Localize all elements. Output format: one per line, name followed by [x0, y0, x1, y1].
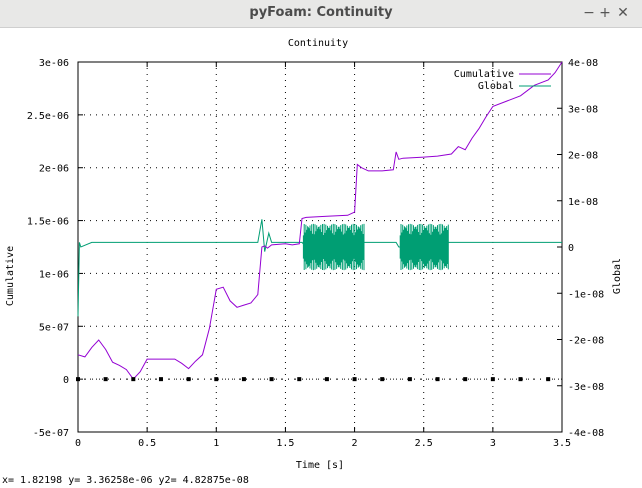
y2-axis-label: Global	[612, 258, 623, 294]
y-tick-label: 2e-06	[39, 164, 69, 175]
x-axis-label: Time [s]	[296, 460, 344, 471]
x-tick-label: 0	[75, 438, 81, 449]
zero-line-point	[158, 377, 163, 382]
y2-tick-label: 2e-08	[568, 151, 598, 162]
y2-tick-label: 1e-08	[568, 197, 598, 208]
chart-title: Continuity	[288, 38, 348, 49]
zero-line-point	[546, 377, 551, 382]
series-noise-band-global	[399, 223, 449, 271]
status-readout: x= 1.82198 y= 3.36258e-06 y2= 4.82875e-0…	[2, 475, 249, 486]
legend: Cumulative Global	[454, 69, 551, 92]
close-button[interactable]: ✕	[614, 4, 632, 22]
x-tick-labels: 0 0.5 1 1.5 2 2.5 3 3.5	[75, 438, 571, 449]
x-tick-label: 1	[213, 438, 219, 449]
x-tick-label: 0.5	[138, 438, 156, 449]
zero-line-point	[103, 377, 108, 382]
zero-line-point	[407, 377, 412, 382]
y-tick-label: 2.5e-06	[27, 111, 69, 122]
y-tick-label: 3e-06	[39, 58, 69, 69]
y-tick-label: 5e-07	[39, 322, 69, 333]
zero-line-point	[297, 377, 302, 382]
y2-tick-label: -3e-08	[568, 382, 604, 393]
zero-line-point	[463, 377, 468, 382]
x-tick-label: 3	[490, 438, 496, 449]
zero-line-point	[490, 377, 495, 382]
zero-line-point	[352, 377, 357, 382]
y-tick-label: 1.5e-06	[27, 217, 69, 228]
zero-line-point	[269, 377, 274, 382]
y2-tick-label: 3e-08	[568, 104, 598, 115]
maximize-button[interactable]: +	[596, 4, 614, 22]
x-tick-label: 3.5	[553, 438, 571, 449]
y-tick-labels: -5e-07 0 5e-07 1e-06 1.5e-06 2e-06 2.5e-06 3e-0…	[27, 58, 69, 439]
x-tick-label: 1.5	[276, 438, 294, 449]
x-tick-label: 2	[352, 438, 358, 449]
title-bar[interactable]: pyFoam: Continuity − + ✕	[0, 0, 642, 28]
y-tick-label: 1e-06	[39, 269, 69, 280]
y2-tick-label: 0	[568, 243, 574, 254]
window-title: pyFoam: Continuity	[249, 5, 393, 20]
y-tick-label: -5e-07	[33, 428, 69, 439]
plot-area[interactable]: 0 0.5 1 1.5 2 2.5 3 3.5 -5e-07 0 5e-07 1e-06 1.5e-0…	[0, 28, 642, 474]
y-tick-label: 0	[63, 375, 69, 386]
y2-tick-label: 4e-08	[568, 58, 598, 69]
zero-line-point	[214, 377, 219, 382]
legend-label-global: Global	[478, 81, 514, 92]
y2-tick-label: -2e-08	[568, 336, 604, 347]
y2-tick-labels: -4e-08 -3e-08 -2e-08 -1e-08 0 1e-08 2e-08 3e-08…	[568, 58, 604, 439]
zero-line-point	[380, 377, 385, 382]
y-axis-label: Cumulative	[5, 246, 16, 306]
app-window: pyFoam: Continuity − + ✕ 0 0.5 1 1.5 2 2.5 3 3.…	[0, 0, 642, 488]
continuity-chart[interactable]: 0 0.5 1 1.5 2 2.5 3 3.5 -5e-07 0 5e-07 1e-06 1.5e-0…	[0, 28, 642, 474]
zero-line-point	[131, 377, 136, 382]
x-tick-label: 2.5	[415, 438, 433, 449]
y2-tick-label: -4e-08	[568, 428, 604, 439]
legend-label-cumulative: Cumulative	[454, 69, 514, 80]
series-noise-band-global	[302, 223, 365, 271]
zero-line-point	[324, 377, 329, 382]
zero-line-point	[435, 377, 440, 382]
zero-line-point	[241, 377, 246, 382]
zero-line-point	[76, 377, 80, 382]
y2-tick-label: -1e-08	[568, 289, 604, 300]
zero-line-point	[518, 377, 523, 382]
zero-line-point	[186, 377, 191, 382]
